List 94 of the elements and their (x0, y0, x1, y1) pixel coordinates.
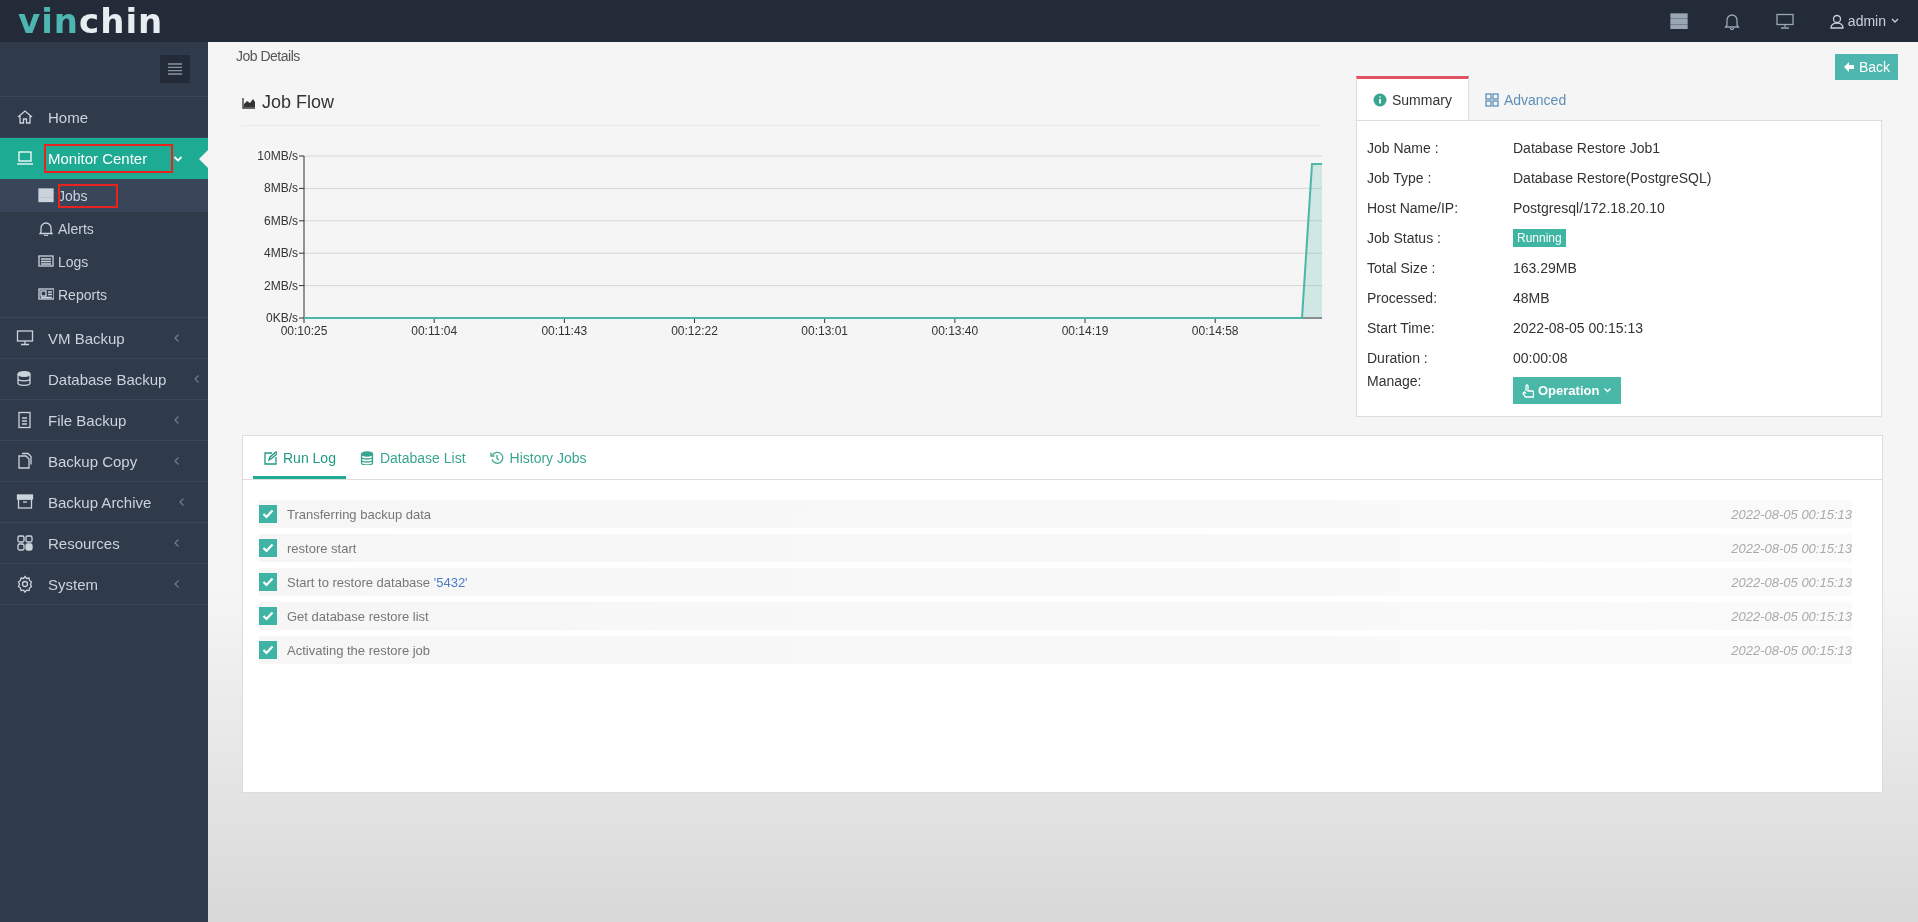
submenu-item[interactable]: Reports (0, 278, 208, 311)
timestamp: 2022-08-05 00:15:13 (1731, 574, 1852, 590)
sidebar-item[interactable]: Resources (0, 523, 208, 564)
database-icon (16, 370, 34, 388)
laptop-icon (16, 149, 34, 168)
arrow-left-icon (1842, 61, 1855, 73)
log-message: Get database restore list (287, 608, 429, 624)
x-tick-label: 00:13:01 (801, 324, 849, 338)
x-tick-label: 00:14:19 (1061, 324, 1109, 338)
menu-label: Monitor Center (44, 144, 174, 173)
monitor-icon[interactable] (1775, 13, 1794, 29)
field-label: Host Name/IP: (1367, 200, 1460, 216)
menu-button[interactable] (160, 55, 190, 83)
grid-icon (16, 534, 34, 552)
x-tick-label: 00:11:43 (541, 324, 588, 338)
menu-label: VM Backup (47, 328, 126, 349)
field-value: 00:00:08 (1513, 350, 1568, 366)
timestamp: 2022-08-05 00:15:13 (1731, 540, 1852, 556)
field-label: Processed: (1367, 290, 1439, 306)
x-tick-label: 00:14:58 (1191, 324, 1239, 338)
bell-icon (38, 221, 54, 236)
server-icon[interactable] (1669, 13, 1688, 29)
menu-label: File Backup (47, 410, 128, 431)
field-label: Job Type : (1367, 170, 1433, 186)
status-badge: Running (1513, 229, 1566, 247)
user-menu[interactable]: admin (1829, 13, 1900, 29)
menu-label: Alerts (58, 219, 95, 239)
field-label: Total Size : (1367, 260, 1437, 276)
list-icon (38, 254, 54, 269)
edit-icon (263, 451, 277, 465)
section-title: Job Flow (262, 92, 335, 113)
database-icon (359, 451, 374, 465)
submenu-item[interactable]: Jobs (0, 179, 208, 212)
field-label: Start Time: (1367, 320, 1436, 336)
field-value: 163.29MB (1513, 260, 1577, 276)
list-icon (38, 188, 54, 203)
timestamp: 2022-08-05 00:15:13 (1731, 506, 1852, 522)
menu-label: Backup Copy (47, 451, 139, 472)
submenu-item[interactable]: Logs (0, 245, 208, 278)
caret-icon (1890, 17, 1900, 25)
archive-box-icon (16, 493, 34, 511)
x-tick-label: 00:11:04 (411, 324, 458, 338)
submenu-item[interactable]: Alerts (0, 212, 208, 245)
y-tick-label: 6MB/s (264, 213, 298, 228)
field-value: 48MB (1513, 290, 1550, 306)
y-tick-label: 4MB/s (264, 246, 298, 261)
info-icon (1373, 93, 1387, 107)
user-icon (1829, 13, 1844, 29)
menu-label: Reports (58, 285, 109, 305)
menu-icon (167, 63, 183, 75)
area-chart-icon (242, 96, 256, 109)
log-message: restore start (287, 540, 357, 556)
field-label: Duration : (1367, 350, 1429, 366)
field-value: 2022-08-05 00:15:13 (1513, 320, 1643, 336)
bell-icon[interactable] (1723, 12, 1740, 30)
menu-label: Resources (47, 533, 121, 554)
y-tick-label: 8MB/s (264, 181, 298, 196)
field-label: Manage: (1367, 373, 1423, 389)
y-tick-label: 10MB/s (257, 149, 298, 163)
copy-icon (16, 452, 34, 470)
menu-label: Database Backup (47, 369, 168, 390)
y-tick-label: 0KB/s (266, 311, 298, 325)
logo: vinchin (18, 4, 164, 38)
home-icon (16, 108, 34, 126)
tab[interactable]: Summary (1356, 76, 1469, 120)
log-message: Start to restore database '5432' (287, 574, 468, 590)
x-tick-label: 00:13:40 (931, 324, 979, 338)
field-label: Job Name : (1367, 140, 1440, 156)
x-tick-label: 00:12:22 (671, 324, 718, 338)
tab[interactable]: Run Log (253, 436, 346, 479)
page-title: Job Details (236, 48, 300, 64)
log-message: Transferring backup data (287, 506, 432, 522)
field-value: Database Restore Job1 (1513, 140, 1661, 156)
x-tick-label: 00:10:25 (280, 324, 328, 338)
menu-label: Home (47, 107, 89, 128)
monitor-icon (16, 329, 34, 347)
field-value: Postgresql/172.18.20.10 (1513, 200, 1665, 216)
timestamp: 2022-08-05 00:15:13 (1731, 642, 1852, 658)
menu-label: System (47, 574, 99, 595)
log-message: Activating the restore job (287, 642, 431, 658)
settings-icon (16, 575, 34, 593)
newspaper-icon (38, 287, 54, 302)
timestamp: 2022-08-05 00:15:13 (1731, 608, 1852, 624)
field-label: Job Status : (1367, 230, 1442, 246)
y-tick-label: 2MB/s (264, 278, 298, 293)
field-value: Database Restore(PostgreSQL) (1513, 170, 1712, 186)
grid-icon (1484, 93, 1499, 107)
caret-icon (1603, 387, 1613, 394)
menu-label: Jobs (58, 183, 118, 208)
database-name-link[interactable]: '5432' (433, 574, 468, 590)
document-icon (16, 411, 34, 429)
menu-label: Logs (58, 252, 90, 272)
menu-label: Backup Archive (47, 492, 153, 513)
history-icon (489, 451, 504, 465)
